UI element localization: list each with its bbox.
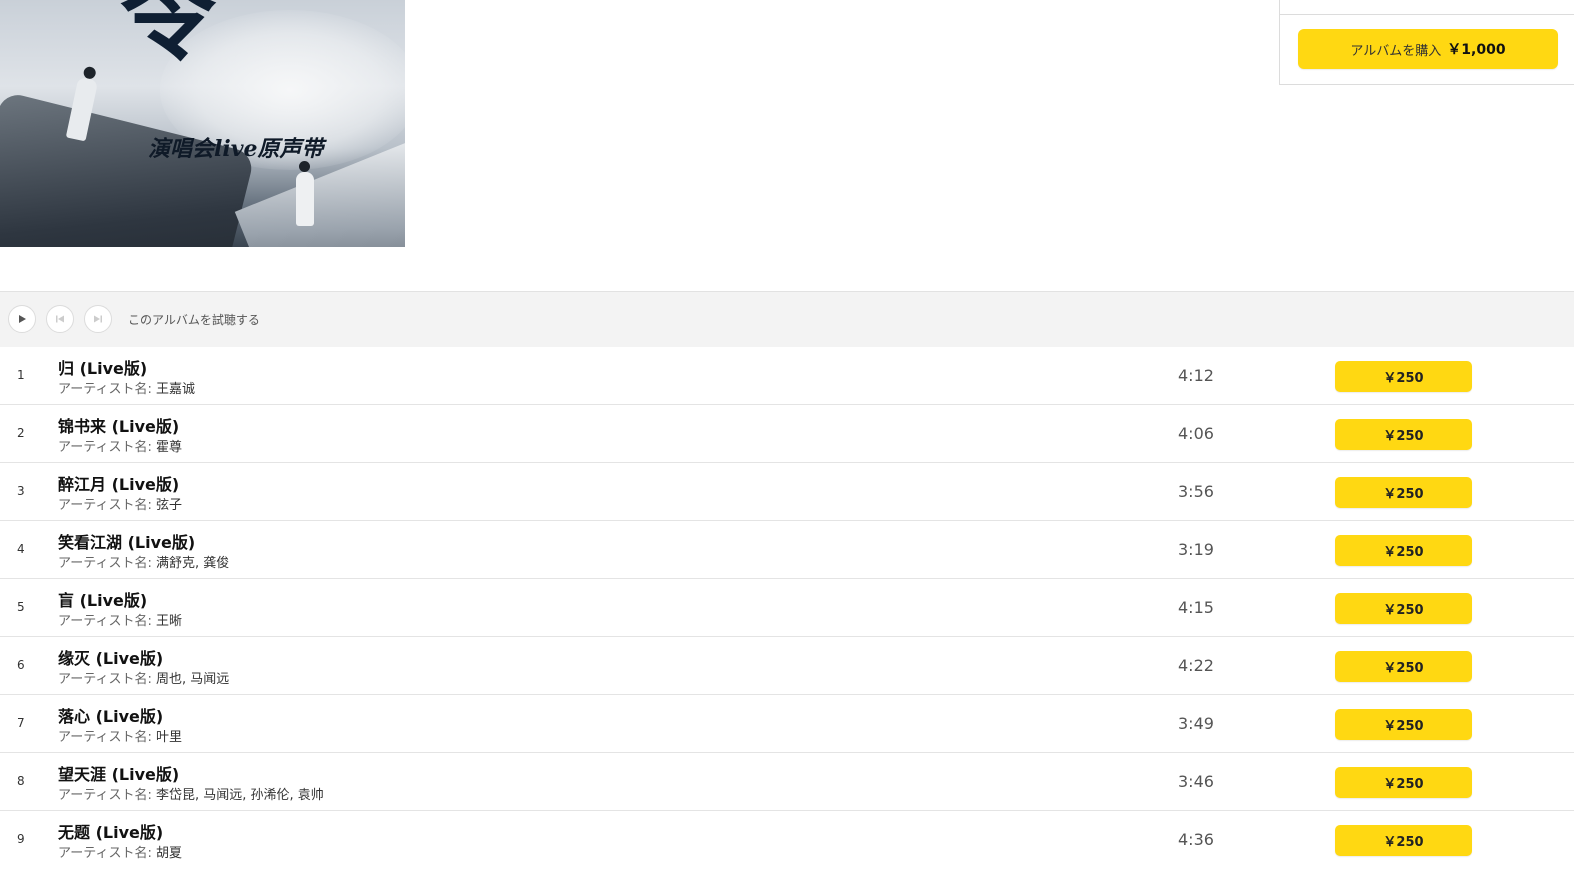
track-title[interactable]: 醉江月 (Live版) xyxy=(58,471,179,495)
buy-track-button[interactable]: ￥250 xyxy=(1335,825,1472,856)
artist-names[interactable]: 李岱昆, 马闻远, 孙浠伦, 袁帅 xyxy=(156,788,324,803)
buy-track-button[interactable]: ￥250 xyxy=(1335,651,1472,682)
track-duration: 3:56 xyxy=(1178,482,1214,501)
artist-prefix: アーティスト名: xyxy=(58,846,152,861)
cover-calligraphy: 令 xyxy=(120,0,216,74)
track-number: 8 xyxy=(17,774,25,788)
track-artist: アーティスト名: 胡夏 xyxy=(58,842,182,861)
player-label: このアルバムを試聴する xyxy=(128,313,260,327)
artist-prefix: アーティスト名: xyxy=(58,672,152,687)
album-cover-art: 令 演唱会live原声带 xyxy=(0,0,405,247)
artist-prefix: アーティスト名: xyxy=(58,440,152,455)
track-title[interactable]: 望天涯 (Live版) xyxy=(58,761,179,785)
track-row: 2 锦书来 (Live版) アーティスト名: 霍尊 4:06 ￥250 xyxy=(0,405,1574,463)
buy-track-button[interactable]: ￥250 xyxy=(1335,419,1472,450)
buy-album-panel: アルバムを購入 ￥1,000 xyxy=(1279,14,1574,85)
artist-prefix: アーティスト名: xyxy=(58,730,152,745)
artist-names[interactable]: 叶里 xyxy=(156,730,182,745)
track-artist: アーティスト名: 满舒克, 龚俊 xyxy=(58,552,229,571)
artist-names[interactable]: 王晰 xyxy=(156,614,182,629)
track-number: 2 xyxy=(17,426,25,440)
track-artist: アーティスト名: 霍尊 xyxy=(58,436,182,455)
buy-track-button[interactable]: ￥250 xyxy=(1335,593,1472,624)
track-title[interactable]: 笑看江湖 (Live版) xyxy=(58,529,195,553)
buy-track-button[interactable]: ￥250 xyxy=(1335,477,1472,508)
track-title[interactable]: 锦书来 (Live版) xyxy=(58,413,179,437)
previous-track-button[interactable] xyxy=(46,305,74,333)
artist-prefix: アーティスト名: xyxy=(58,556,152,571)
buy-track-button[interactable]: ￥250 xyxy=(1335,535,1472,566)
track-number: 9 xyxy=(17,832,25,846)
cover-subtitle: 演唱会live原声带 xyxy=(148,136,324,162)
track-number: 3 xyxy=(17,484,25,498)
buy-track-button[interactable]: ￥250 xyxy=(1335,361,1472,392)
track-number: 1 xyxy=(17,368,25,382)
track-number: 4 xyxy=(17,542,25,556)
track-duration: 4:15 xyxy=(1178,598,1214,617)
track-row: 4 笑看江湖 (Live版) アーティスト名: 满舒克, 龚俊 3:19 ￥25… xyxy=(0,521,1574,579)
artist-names[interactable]: 弦子 xyxy=(156,498,182,513)
artist-names[interactable]: 周也, 马闻远 xyxy=(156,672,229,687)
play-button[interactable] xyxy=(8,305,36,333)
track-number: 7 xyxy=(17,716,25,730)
track-row: 8 望天涯 (Live版) アーティスト名: 李岱昆, 马闻远, 孙浠伦, 袁帅… xyxy=(0,753,1574,811)
track-title[interactable]: 归 (Live版) xyxy=(58,355,147,379)
album-preview-player: このアルバムを試聴する xyxy=(0,291,1574,348)
play-icon xyxy=(17,314,27,324)
track-duration: 3:46 xyxy=(1178,772,1214,791)
next-track-button[interactable] xyxy=(84,305,112,333)
track-artist: アーティスト名: 弦子 xyxy=(58,494,182,513)
track-row: 9 无题 (Live版) アーティスト名: 胡夏 4:36 ￥250 xyxy=(0,811,1574,868)
track-row: 7 落心 (Live版) アーティスト名: 叶里 3:49 ￥250 xyxy=(0,695,1574,753)
track-duration: 3:19 xyxy=(1178,540,1214,559)
track-row: 5 盲 (Live版) アーティスト名: 王晰 4:15 ￥250 xyxy=(0,579,1574,637)
artist-names[interactable]: 霍尊 xyxy=(156,440,182,455)
artist-names[interactable]: 满舒克, 龚俊 xyxy=(156,556,229,571)
track-row: 1 归 (Live版) アーティスト名: 王嘉诚 4:12 ￥250 xyxy=(0,347,1574,405)
track-number: 5 xyxy=(17,600,25,614)
track-duration: 4:36 xyxy=(1178,830,1214,849)
track-row: 6 缘灭 (Live版) アーティスト名: 周也, 马闻远 4:22 ￥250 xyxy=(0,637,1574,695)
track-title[interactable]: 缘灭 (Live版) xyxy=(58,645,163,669)
track-title[interactable]: 落心 (Live版) xyxy=(58,703,163,727)
buy-album-price: ￥1,000 xyxy=(1447,42,1506,58)
previous-track-icon xyxy=(55,314,65,324)
buy-panel-top-edge xyxy=(1279,0,1574,15)
track-artist: アーティスト名: 王晰 xyxy=(58,610,182,629)
track-row: 3 醉江月 (Live版) アーティスト名: 弦子 3:56 ￥250 xyxy=(0,463,1574,521)
cover-figure-right xyxy=(296,161,314,226)
track-artist: アーティスト名: 李岱昆, 马闻远, 孙浠伦, 袁帅 xyxy=(58,784,324,803)
track-title[interactable]: 无题 (Live版) xyxy=(58,819,163,843)
track-artist: アーティスト名: 叶里 xyxy=(58,726,182,745)
buy-track-button[interactable]: ￥250 xyxy=(1335,767,1472,798)
artist-names[interactable]: 胡夏 xyxy=(156,846,182,861)
track-number: 6 xyxy=(17,658,25,672)
artist-prefix: アーティスト名: xyxy=(58,498,152,513)
next-track-icon xyxy=(93,314,103,324)
track-duration: 3:49 xyxy=(1178,714,1214,733)
track-artist: アーティスト名: 周也, 马闻远 xyxy=(58,668,229,687)
track-duration: 4:22 xyxy=(1178,656,1214,675)
artist-prefix: アーティスト名: xyxy=(58,382,152,397)
artist-prefix: アーティスト名: xyxy=(58,614,152,629)
track-duration: 4:12 xyxy=(1178,366,1214,385)
buy-album-label: アルバムを購入 xyxy=(1350,43,1442,59)
buy-track-button[interactable]: ￥250 xyxy=(1335,709,1472,740)
buy-album-button[interactable]: アルバムを購入 ￥1,000 xyxy=(1298,29,1558,69)
track-duration: 4:06 xyxy=(1178,424,1214,443)
artist-prefix: アーティスト名: xyxy=(58,788,152,803)
track-artist: アーティスト名: 王嘉诚 xyxy=(58,378,195,397)
artist-names[interactable]: 王嘉诚 xyxy=(156,382,195,397)
track-title[interactable]: 盲 (Live版) xyxy=(58,587,147,611)
